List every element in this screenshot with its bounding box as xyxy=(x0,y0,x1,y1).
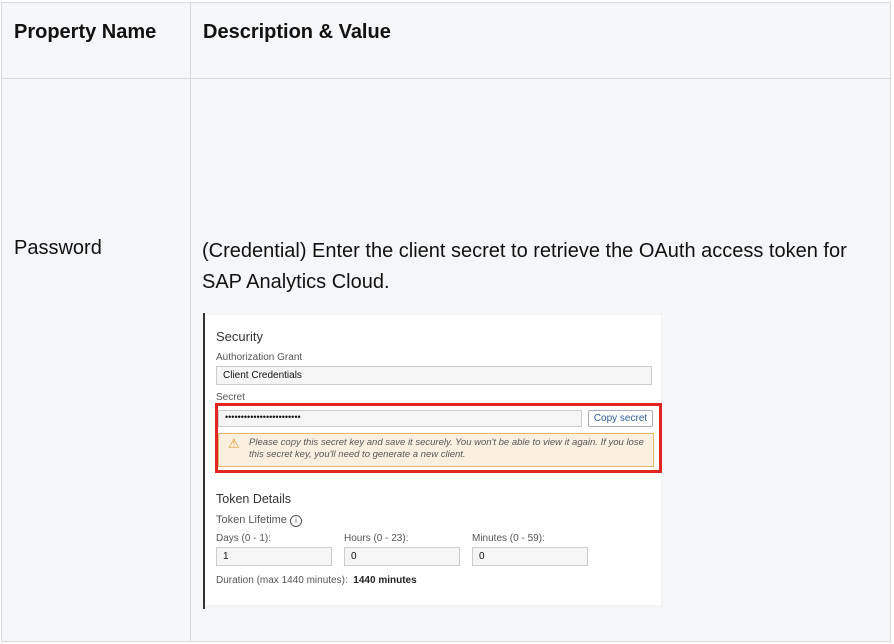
secret-field[interactable]: •••••••••••••••••••••••• xyxy=(218,410,582,427)
token-lifetime-text: Token Lifetime xyxy=(216,514,287,526)
minutes-label: Minutes (0 - 59): xyxy=(472,533,545,544)
duration-row: Duration (max 1440 minutes): 1440 minute… xyxy=(216,575,417,586)
header-property-name: Property Name xyxy=(14,21,157,43)
warning-icon: ⚠ xyxy=(228,436,240,451)
warning-message: ⚠ Please copy this secret key and save i… xyxy=(218,433,654,467)
hours-label: Hours (0 - 23): xyxy=(344,533,409,544)
security-settings-screenshot: Security Authorization Grant Client Cred… xyxy=(203,313,663,609)
warning-text: Please copy this secret key and save it … xyxy=(249,437,644,460)
duration-label: Duration (max 1440 minutes): xyxy=(216,575,348,586)
token-lifetime-label: Token Lifetime i xyxy=(216,514,302,527)
property-name-cell: Password xyxy=(14,237,102,259)
settings-panel: Security Authorization Grant Client Cred… xyxy=(205,315,662,605)
description-cell: (Credential) Enter the client secret to … xyxy=(202,240,847,293)
header-divider xyxy=(2,78,890,79)
info-icon[interactable]: i xyxy=(290,515,302,527)
hours-field[interactable]: 0 xyxy=(344,547,460,566)
duration-value: 1440 minutes xyxy=(353,575,417,586)
secret-label: Secret xyxy=(216,392,245,403)
security-title: Security xyxy=(216,329,263,344)
header-description: Description & Value xyxy=(203,21,391,43)
column-divider xyxy=(190,3,191,641)
token-details-title: Token Details xyxy=(216,492,292,506)
auth-grant-label: Authorization Grant xyxy=(216,352,303,363)
auth-grant-field[interactable]: Client Credentials xyxy=(216,366,652,385)
days-label: Days (0 - 1): xyxy=(216,533,272,544)
minutes-field[interactable]: 0 xyxy=(472,547,588,566)
days-field[interactable]: 1 xyxy=(216,547,332,566)
copy-secret-button[interactable]: Copy secret xyxy=(588,410,653,427)
